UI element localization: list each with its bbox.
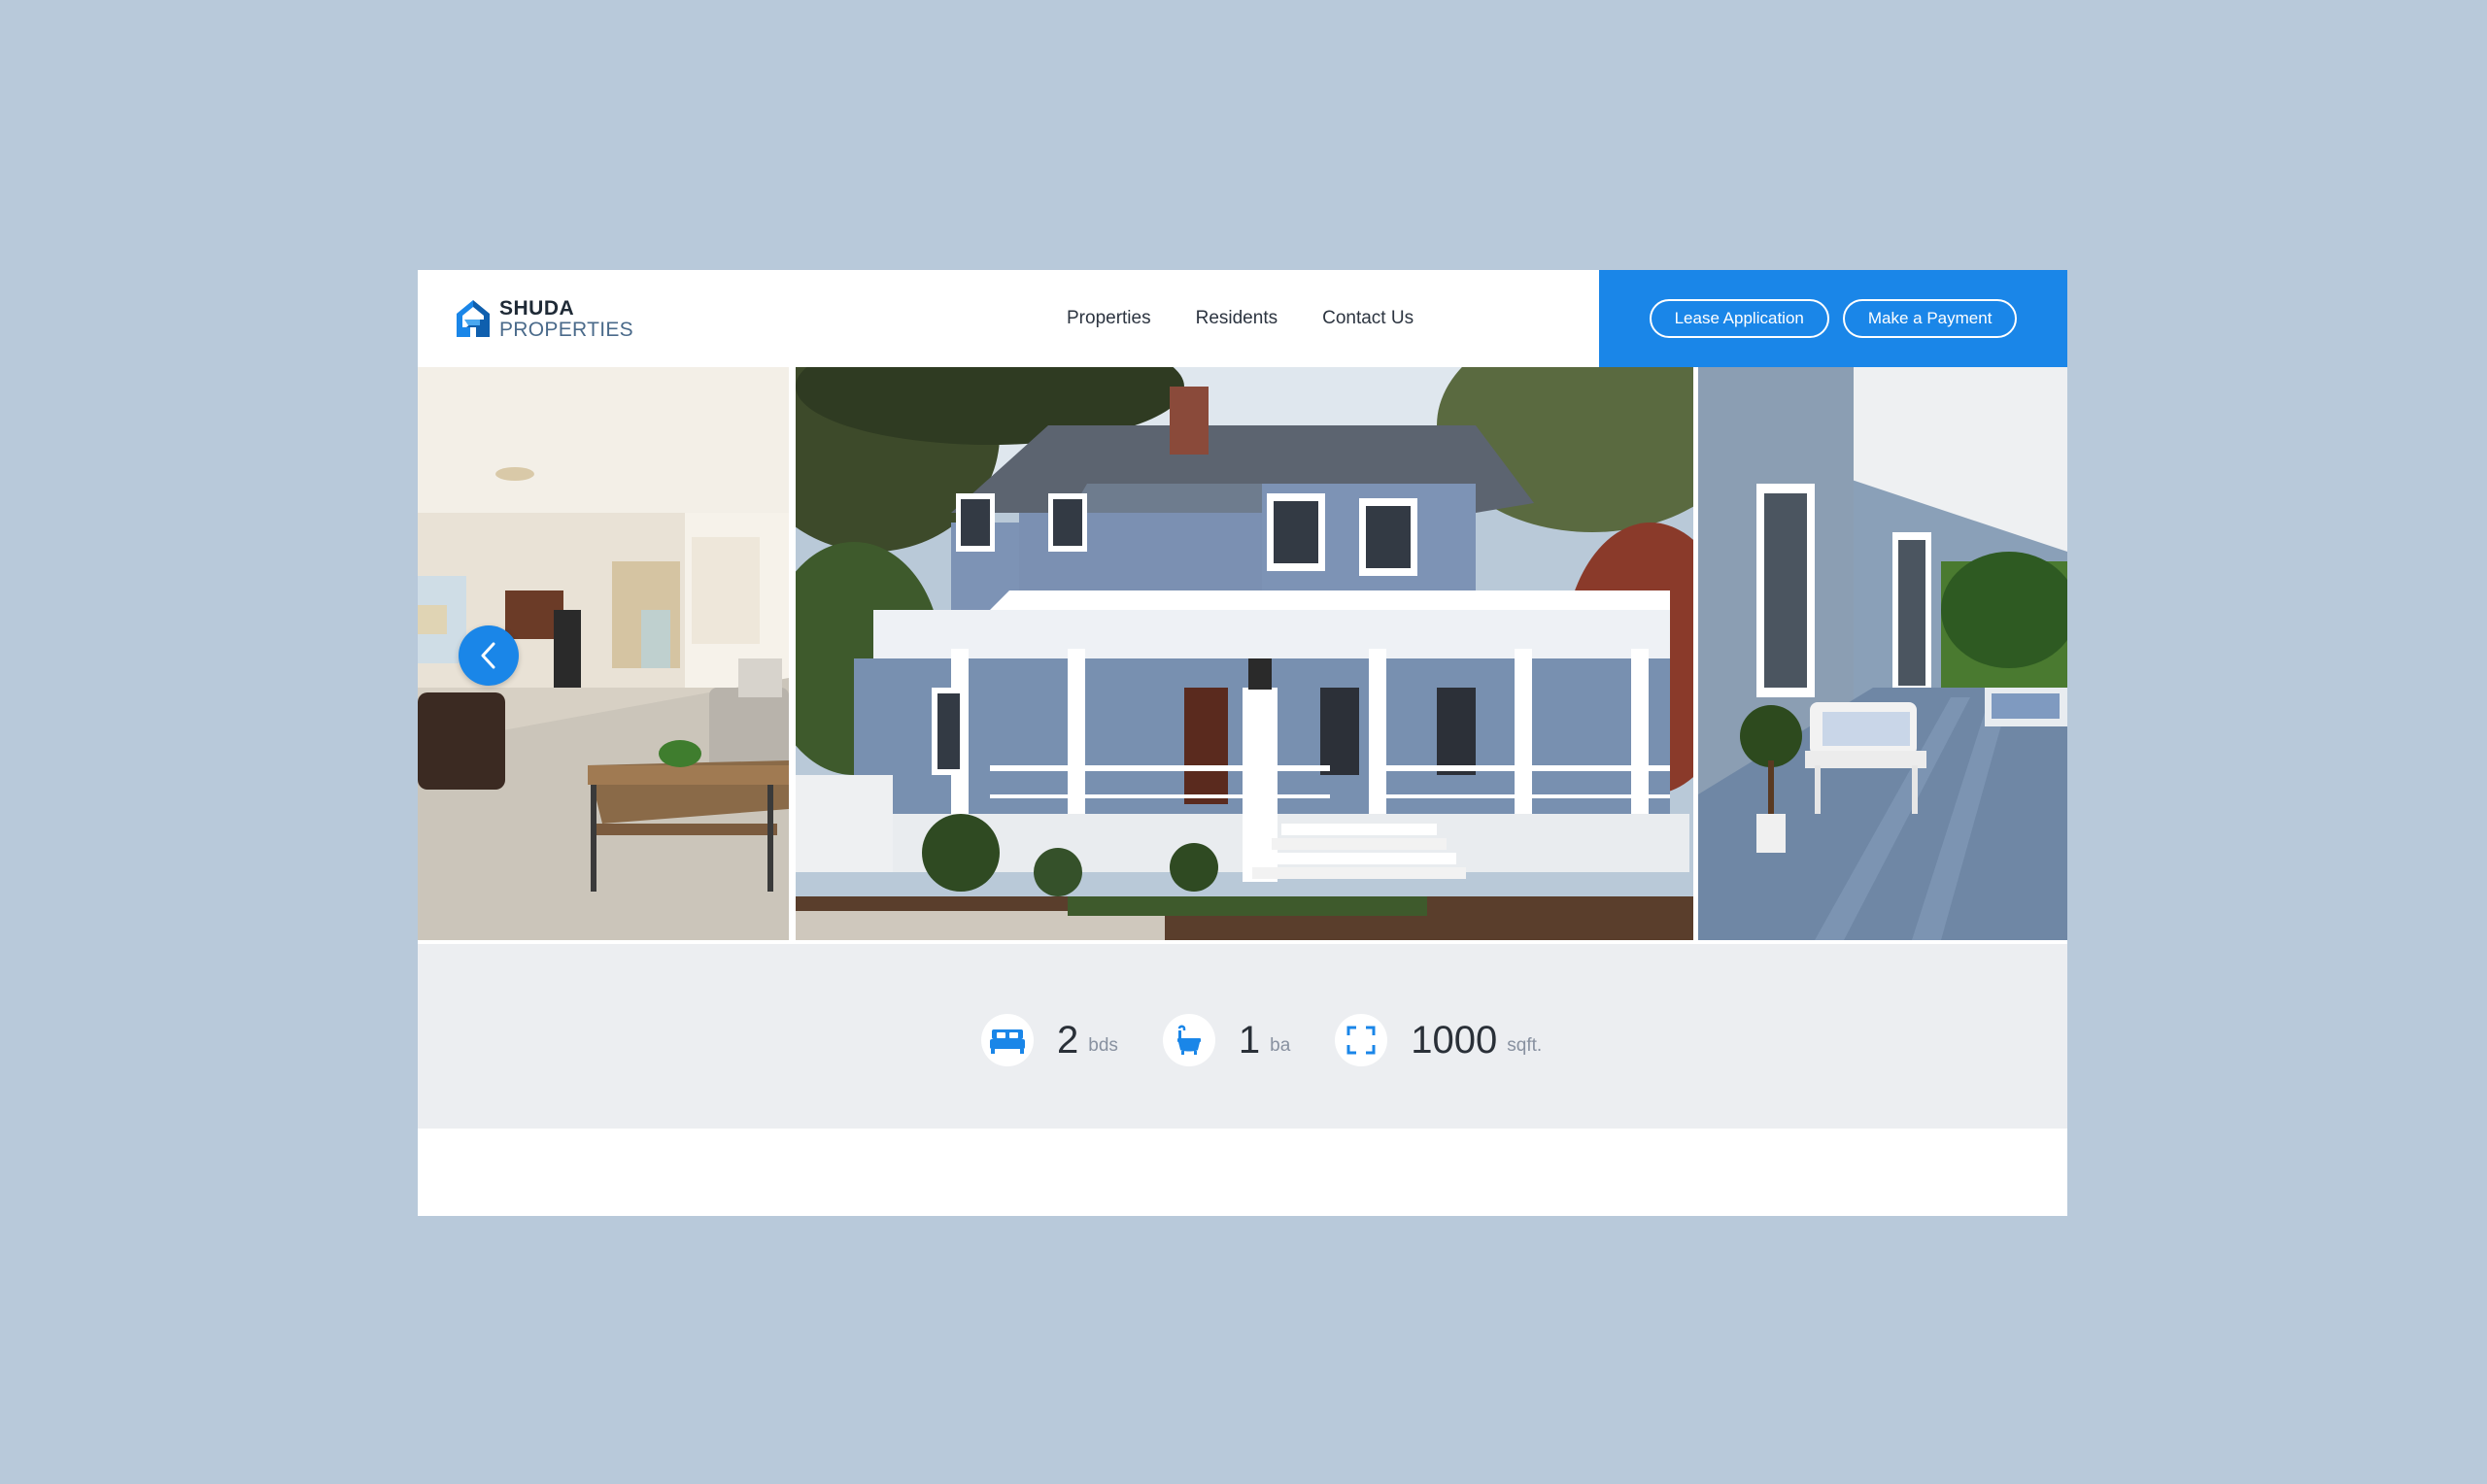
- chevron-left-icon: [481, 642, 495, 669]
- baths-unit: ba: [1270, 1035, 1291, 1056]
- cta-panel: Lease Application Make a Payment: [1599, 270, 2067, 367]
- bed-icon: [981, 1014, 1034, 1066]
- property-stats: 2 bds 1 ba 1000 sqft.: [418, 944, 2067, 1129]
- stats-row: 2 bds 1 ba 1000 sqft.: [981, 1014, 1586, 1066]
- make-payment-button[interactable]: Make a Payment: [1842, 299, 2018, 338]
- nav-item-contact-us[interactable]: Contact Us: [1322, 308, 1414, 329]
- gallery-photo-porch[interactable]: [1698, 367, 2067, 940]
- site-header: SHUDA PROPERTIES Properties Residents Co…: [418, 270, 2067, 367]
- beds-value: 2: [1057, 1019, 1079, 1062]
- baths-value: 1: [1238, 1019, 1261, 1062]
- beds-unit: bds: [1088, 1035, 1118, 1056]
- gallery-prev-button[interactable]: [459, 625, 519, 686]
- logo[interactable]: SHUDA PROPERTIES: [455, 297, 633, 340]
- expand-icon: [1335, 1014, 1388, 1066]
- stat-baths: 1 ba: [1162, 1014, 1291, 1066]
- nav-item-residents[interactable]: Residents: [1196, 308, 1278, 329]
- bathtub-icon: [1162, 1014, 1215, 1066]
- main-nav: Properties Residents Contact Us: [1067, 270, 1458, 367]
- gallery-photo-house[interactable]: [796, 367, 1693, 940]
- area-value: 1000: [1411, 1019, 1498, 1062]
- nav-item-properties[interactable]: Properties: [1067, 308, 1151, 329]
- area-unit: sqft.: [1507, 1035, 1543, 1056]
- logo-house-icon: [457, 300, 490, 337]
- logo-text-secondary: PROPERTIES: [499, 318, 633, 341]
- browser-frame: SHUDA PROPERTIES Properties Residents Co…: [418, 270, 2067, 1216]
- lease-application-button[interactable]: Lease Application: [1649, 299, 1829, 338]
- content-area: [418, 1129, 2067, 1216]
- photo-gallery: [418, 367, 2067, 940]
- stat-beds: 2 bds: [981, 1014, 1118, 1066]
- stat-area: 1000 sqft.: [1335, 1014, 1542, 1066]
- logo-text-primary: SHUDA: [499, 296, 575, 320]
